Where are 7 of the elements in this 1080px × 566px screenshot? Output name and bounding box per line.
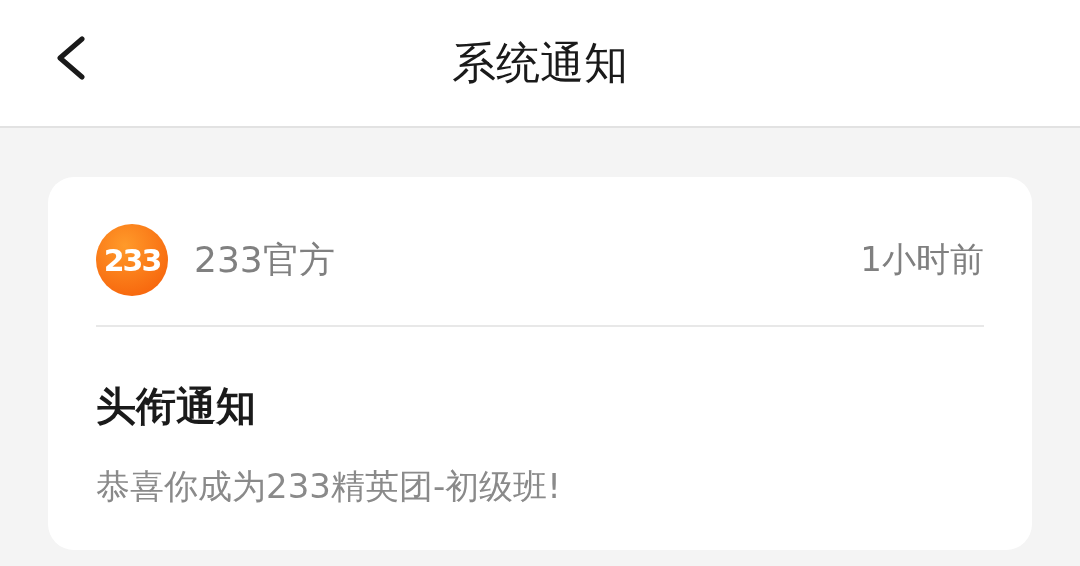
timestamp: 1小时前 (860, 238, 984, 281)
sender-name: 233官方 (194, 237, 336, 282)
page-title: 系统通知 (452, 35, 628, 90)
notification-card[interactable]: 233 233官方 1小时前 头衔通知 恭喜你成为233精英团-初级班! (48, 177, 1032, 550)
sender-logo: 233 (96, 224, 168, 296)
notification-title: 头衔通知 (96, 382, 257, 431)
notification-message: 恭喜你成为233精英团-初级班! (96, 465, 562, 508)
